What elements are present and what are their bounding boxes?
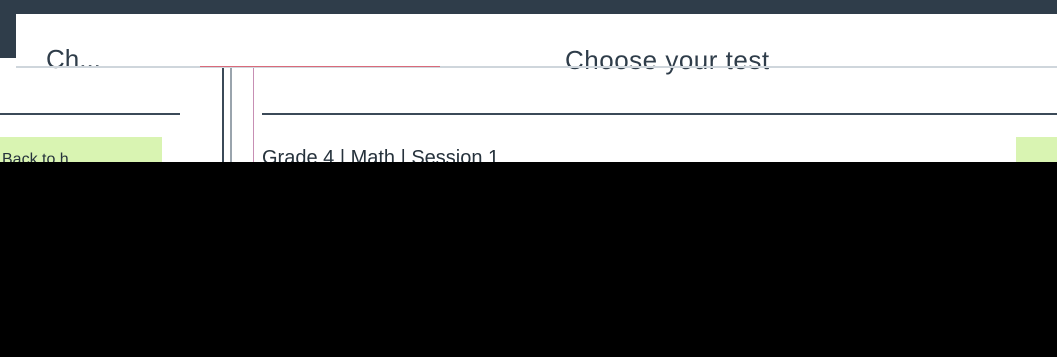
header-left-title: Ch...	[46, 44, 101, 74]
next-button[interactable]	[1016, 137, 1057, 162]
sidebar-separator	[0, 113, 180, 115]
header-accent-rule	[200, 66, 440, 67]
bottom-occluded-strip	[0, 340, 1057, 357]
occluded-content-area	[0, 162, 1057, 357]
header-panel	[16, 14, 1057, 58]
top-bar	[0, 0, 1057, 14]
vertical-divider	[253, 68, 254, 162]
vertical-divider	[230, 68, 232, 162]
page-title: Choose your test	[565, 45, 770, 75]
header-divider	[16, 66, 1057, 68]
main-separator	[262, 113, 1057, 115]
vertical-divider	[222, 68, 224, 162]
